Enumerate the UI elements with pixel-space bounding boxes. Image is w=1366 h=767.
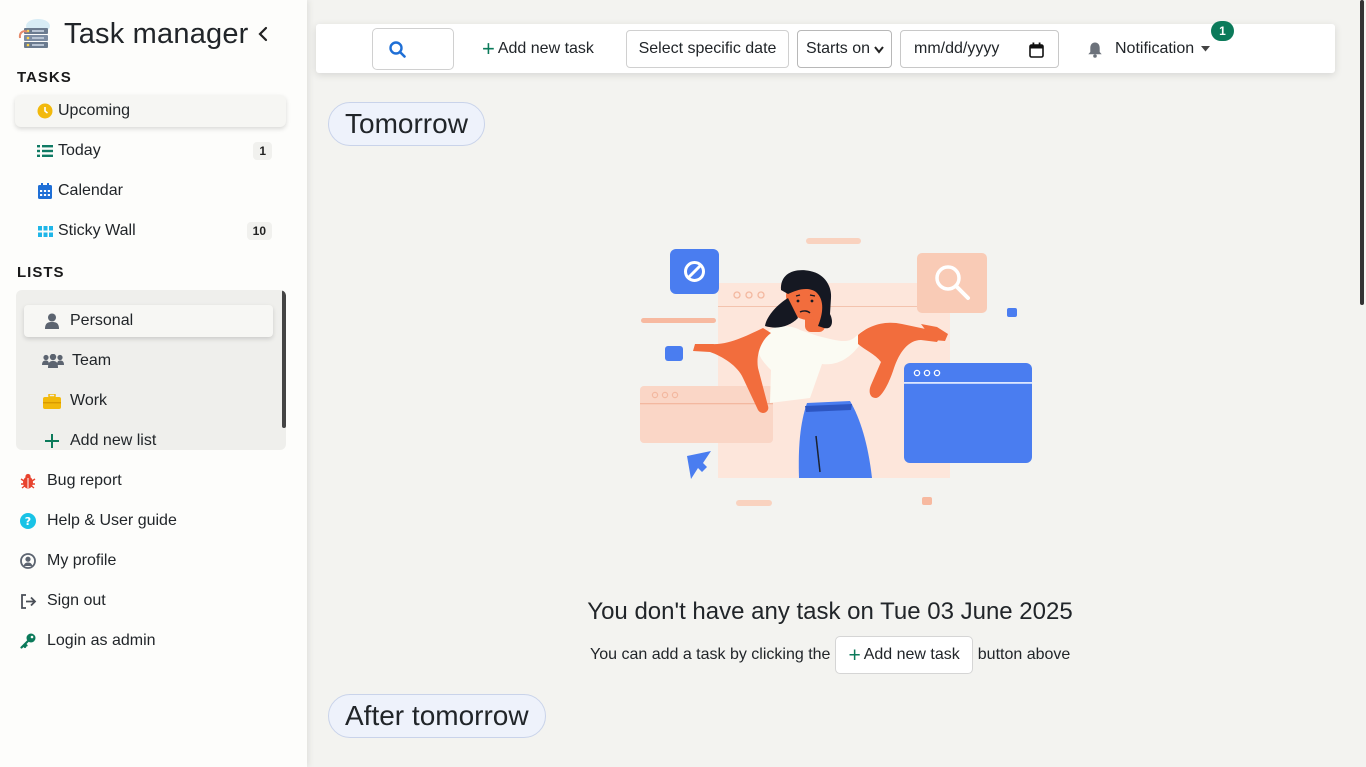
lists-heading: LISTS [17,264,65,281]
help-user-guide-link[interactable]: ? Help & User guide [18,505,177,537]
sidebar-item-label: Calendar [58,182,123,199]
section-tomorrow-heading: Tomorrow [328,102,485,146]
notification-count-badge: 1 [1211,21,1234,41]
lists-panel: Personal Team Work Add new list [16,290,286,450]
select-specific-date-button[interactable]: Select specific date [626,30,789,68]
sidebar-item-label: Today [58,142,101,159]
my-profile-label: My profile [47,552,117,569]
sidebar-item-calendar[interactable]: Calendar [15,175,286,207]
bug-icon [18,472,38,490]
list-item-team[interactable]: Team [24,345,273,377]
sign-out-link[interactable]: Sign out [18,585,106,617]
profile-icon [18,552,38,570]
tasks-heading: TASKS [17,69,72,86]
key-icon [18,632,38,650]
list-item-label: Personal [70,312,134,329]
list-item-personal[interactable]: Personal [24,305,273,337]
help-icon: ? [18,512,38,530]
inline-add-task-label: Add new task [863,646,960,663]
briefcase-icon [42,392,62,410]
user-icon [42,312,62,330]
brand: Task manager [18,12,288,56]
main-content: Tomorrow You don't have any task on Tue … [307,0,1366,767]
sidebar: Task manager TASKS Upcoming Today 1 Cale… [0,0,307,767]
empty-state-subtitle: You can add a task by clicking the + Add… [590,636,1070,674]
today-count-badge: 1 [253,142,272,160]
sticky-wall-count-badge: 10 [246,222,272,240]
users-icon [42,352,64,370]
chevron-left-icon [258,26,268,42]
starts-on-value: Starts on [806,40,871,57]
calendar-picker-icon[interactable] [1029,42,1044,58]
collapse-sidebar-button[interactable] [254,23,272,45]
app-logo-icon [18,16,54,52]
bug-report-label: Bug report [47,472,122,489]
caret-down-icon [1201,46,1211,52]
empty-state-illustration [640,238,1040,513]
list-item-label: Work [70,392,108,409]
plus-icon: + [848,643,861,667]
add-new-list-button[interactable]: Add new list [24,425,273,450]
my-profile-link[interactable]: My profile [18,545,116,577]
notification-label: Notification [1115,40,1195,57]
svg-text:?: ? [25,515,31,528]
sidebar-item-sticky-wall[interactable]: Sticky Wall 10 [15,215,286,247]
chevron-down-icon [874,46,884,54]
date-input[interactable]: mm/dd/yyyy [900,30,1059,68]
list-item-work[interactable]: Work [24,385,273,417]
date-input-placeholder: mm/dd/yyyy [914,40,1000,57]
plus-icon: + [482,36,495,61]
list-item-label: Team [72,352,112,369]
sidebar-item-label: Upcoming [58,102,131,119]
list-icon [36,142,54,160]
help-user-guide-label: Help & User guide [47,512,177,529]
top-toolbar: + Add new task Select specific date Star… [316,21,1335,73]
sidebar-item-label: Sticky Wall [58,222,136,239]
section-after-tomorrow-heading: After tomorrow [328,694,546,738]
empty-state-text-after: button above [977,646,1071,663]
plus-icon [42,432,62,450]
sign-out-label: Sign out [47,592,106,609]
list-item-label: Add new list [70,432,157,449]
calendar-icon [36,182,54,200]
lists-scrollbar[interactable] [282,290,286,428]
grid-icon [36,222,54,240]
bell-icon [1088,42,1102,58]
add-new-task-button[interactable]: + Add new task [482,36,594,62]
inline-add-task-button[interactable]: + Add new task [835,636,973,674]
empty-state-text-before: You can add a task by clicking the [590,646,831,663]
login-as-admin-link[interactable]: Login as admin [18,625,156,657]
sign-out-icon [18,592,38,610]
add-new-task-label: Add new task [497,40,594,57]
search-icon [389,40,406,58]
clock-icon [36,102,54,120]
search-button[interactable] [372,28,454,70]
notification-dropdown[interactable]: Notification [1087,36,1211,62]
starts-on-select[interactable]: Starts on [797,30,892,68]
app-title: Task manager [64,17,249,50]
empty-state-title: You don't have any task on Tue 03 June 2… [587,598,1073,625]
sidebar-item-upcoming[interactable]: Upcoming [15,95,286,127]
page-scrollbar[interactable] [1360,0,1364,305]
login-as-admin-label: Login as admin [47,632,156,649]
bug-report-link[interactable]: Bug report [18,465,122,497]
sidebar-item-today[interactable]: Today 1 [15,135,286,167]
